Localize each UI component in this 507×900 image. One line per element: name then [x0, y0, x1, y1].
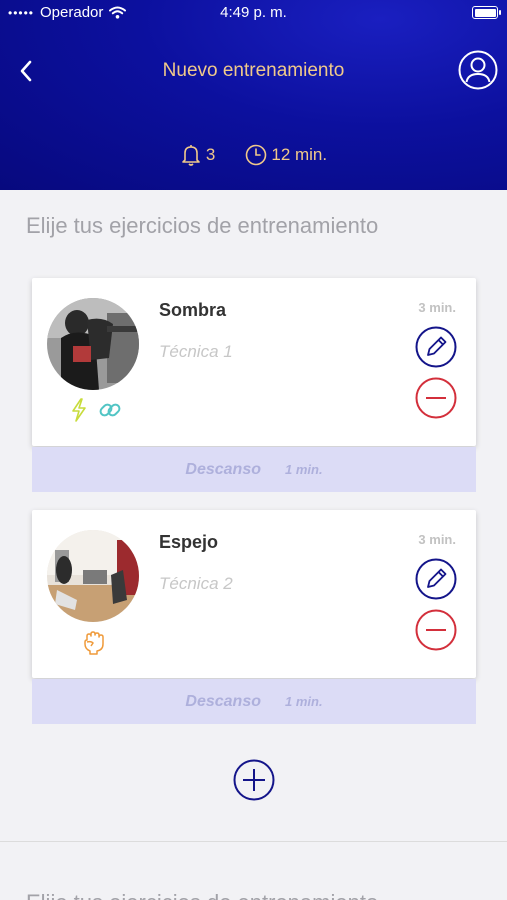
section-divider [0, 841, 507, 842]
exercise-duration: 3 min. [418, 300, 456, 315]
rest-row[interactable]: Descanso 1 min. [32, 447, 476, 492]
add-exercise-button[interactable] [233, 759, 275, 801]
edit-button[interactable] [415, 326, 457, 368]
exercise-card[interactable]: Sombra Técnica 1 3 min. [32, 278, 476, 446]
rest-duration: 1 min. [285, 462, 323, 477]
exercise-technique: Técnica 2 [159, 574, 233, 593]
section-subtitle-cut: Elije tus ejercicios de entrenamiento [26, 890, 378, 900]
profile-icon[interactable] [458, 50, 498, 90]
status-time: 4:49 p. m. [220, 4, 287, 21]
exercise-technique: Técnica 1 [159, 342, 233, 361]
fist-icon [84, 631, 104, 655]
clock-icon [246, 144, 267, 166]
total-duration: 12 min. [271, 145, 328, 164]
status-bar: ••••• Operador 4:49 p. m. [0, 0, 507, 28]
rest-duration: 1 min. [285, 694, 323, 709]
rest-label: Descanso [185, 692, 261, 710]
exercise-avatar [47, 530, 139, 622]
rest-row[interactable]: Descanso 1 min. [32, 679, 476, 724]
page-title: Nuevo entrenamiento [162, 60, 345, 81]
rest-label: Descanso [185, 460, 261, 478]
lightning-icon [72, 398, 86, 422]
workout-stats: 3 12 min. [0, 143, 507, 167]
exercise-card[interactable]: Espejo Técnica 2 3 min. [32, 510, 476, 678]
exercise-name: Espejo [159, 532, 219, 552]
section-subtitle: Elije tus ejercicios de entrenamiento [26, 213, 379, 238]
remove-button[interactable] [415, 609, 457, 651]
exercise-tags [68, 398, 122, 422]
exercise-avatar [47, 298, 139, 390]
edit-button[interactable] [415, 558, 457, 600]
bell-icon [182, 145, 200, 166]
battery-icon [472, 6, 501, 19]
header-bar: ••••• Operador 4:49 p. m. Nuevo entrenam… [0, 0, 507, 190]
exercise-duration: 3 min. [418, 532, 456, 547]
exercise-name: Sombra [159, 300, 227, 320]
exercise-tags [82, 630, 106, 656]
remove-button[interactable] [415, 377, 457, 419]
alerts-count: 3 [205, 145, 216, 164]
link-icon [99, 403, 121, 417]
